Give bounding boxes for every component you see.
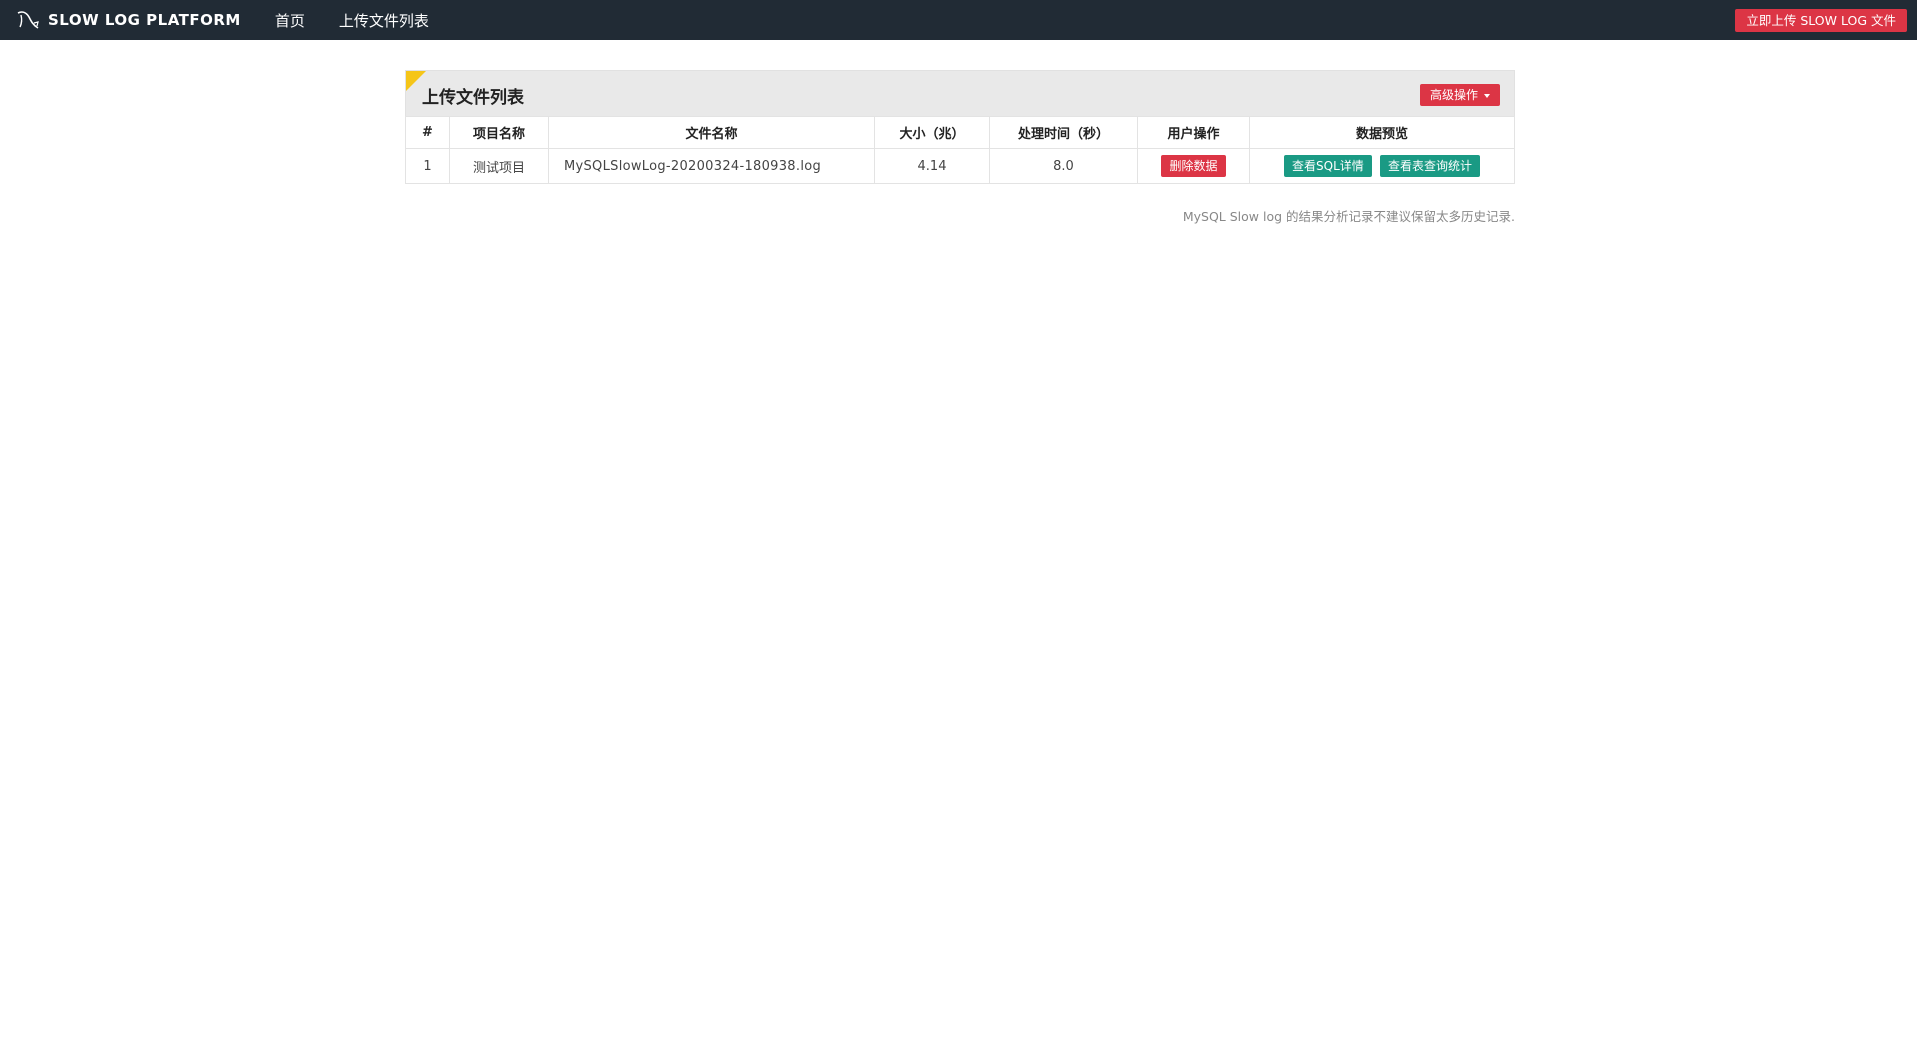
col-index: # xyxy=(405,116,450,149)
col-data-preview: 数据预览 xyxy=(1249,116,1515,149)
row-time: 8.0 xyxy=(989,148,1138,184)
files-table: # 项目名称 文件名称 大小（兆） 处理时间（秒） 用户操作 数据预览 1 测试… xyxy=(405,116,1515,184)
row-index: 1 xyxy=(405,148,450,184)
brand-name: SLOW LOG PLATFORM xyxy=(48,11,241,29)
table-row: 1 测试项目 MySQLSlowLog-20200324-180938.log … xyxy=(405,148,1515,184)
table-header-row: # 项目名称 文件名称 大小（兆） 处理时间（秒） 用户操作 数据预览 xyxy=(405,116,1515,149)
row-size: 4.14 xyxy=(874,148,990,184)
nav-home[interactable]: 首页 xyxy=(275,10,305,31)
history-footnote: MySQL Slow log 的结果分析记录不建议保留太多历史记录. xyxy=(1182,209,1515,224)
row-project: 测试项目 xyxy=(449,148,549,184)
col-file: 文件名称 xyxy=(548,116,875,149)
top-navbar: SLOW LOG PLATFORM 首页 上传文件列表 立即上传 SLOW LO… xyxy=(0,0,1917,40)
row-user-actions: 删除数据 xyxy=(1137,148,1250,184)
advanced-actions-label: 高级操作 xyxy=(1429,88,1478,102)
mysql-dolphin-icon xyxy=(16,9,42,31)
brand[interactable]: SLOW LOG PLATFORM xyxy=(16,0,241,40)
col-time: 处理时间（秒） xyxy=(989,116,1138,149)
panel-header: 上传文件列表 高级操作 xyxy=(405,70,1515,116)
view-table-stats-button[interactable]: 查看表查询统计 xyxy=(1379,155,1480,177)
upload-slow-log-button[interactable]: 立即上传 SLOW LOG 文件 xyxy=(1735,9,1907,32)
caret-down-icon xyxy=(1484,93,1490,98)
col-project: 项目名称 xyxy=(449,116,549,149)
view-sql-detail-button[interactable]: 查看SQL详情 xyxy=(1284,155,1372,177)
col-user-actions: 用户操作 xyxy=(1137,116,1250,149)
row-data-preview: 查看SQL详情 查看表查询统计 xyxy=(1249,148,1515,184)
row-file-name: MySQLSlowLog-20200324-180938.log xyxy=(548,148,875,184)
advanced-actions-dropdown[interactable]: 高级操作 xyxy=(1419,84,1500,106)
col-size: 大小（兆） xyxy=(874,116,990,149)
delete-data-button[interactable]: 删除数据 xyxy=(1161,155,1226,177)
nav-upload-list[interactable]: 上传文件列表 xyxy=(339,10,429,31)
upload-list-panel: 上传文件列表 高级操作 # 项目名称 文件名称 大小（兆） 处理时间（秒） 用户… xyxy=(405,70,1515,184)
panel-title: 上传文件列表 xyxy=(422,88,524,108)
